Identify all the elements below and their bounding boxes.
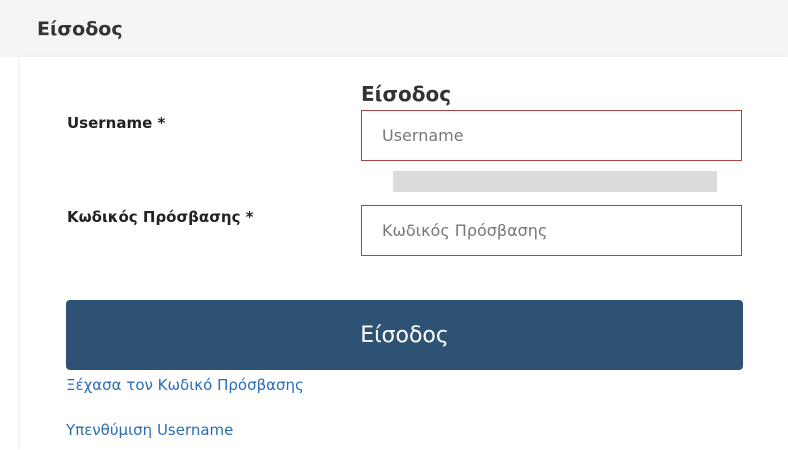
login-button[interactable]: Είσοδος <box>66 300 743 370</box>
username-input[interactable] <box>361 110 742 161</box>
form-heading: Είσοδος <box>361 82 452 106</box>
page-header: Είσοδος <box>0 0 788 57</box>
password-input[interactable] <box>361 205 742 256</box>
username-reminder-link[interactable]: Υπενθύμιση Username <box>66 421 233 439</box>
captcha-placeholder-bar <box>393 171 717 192</box>
password-label: Κωδικός Πρόσβασης * <box>67 208 254 226</box>
username-label: Username * <box>67 114 166 132</box>
forgot-password-link[interactable]: Ξέχασα τον Κωδικό Πρόσβασης <box>66 376 304 394</box>
page-title: Είσοδος <box>37 18 123 40</box>
